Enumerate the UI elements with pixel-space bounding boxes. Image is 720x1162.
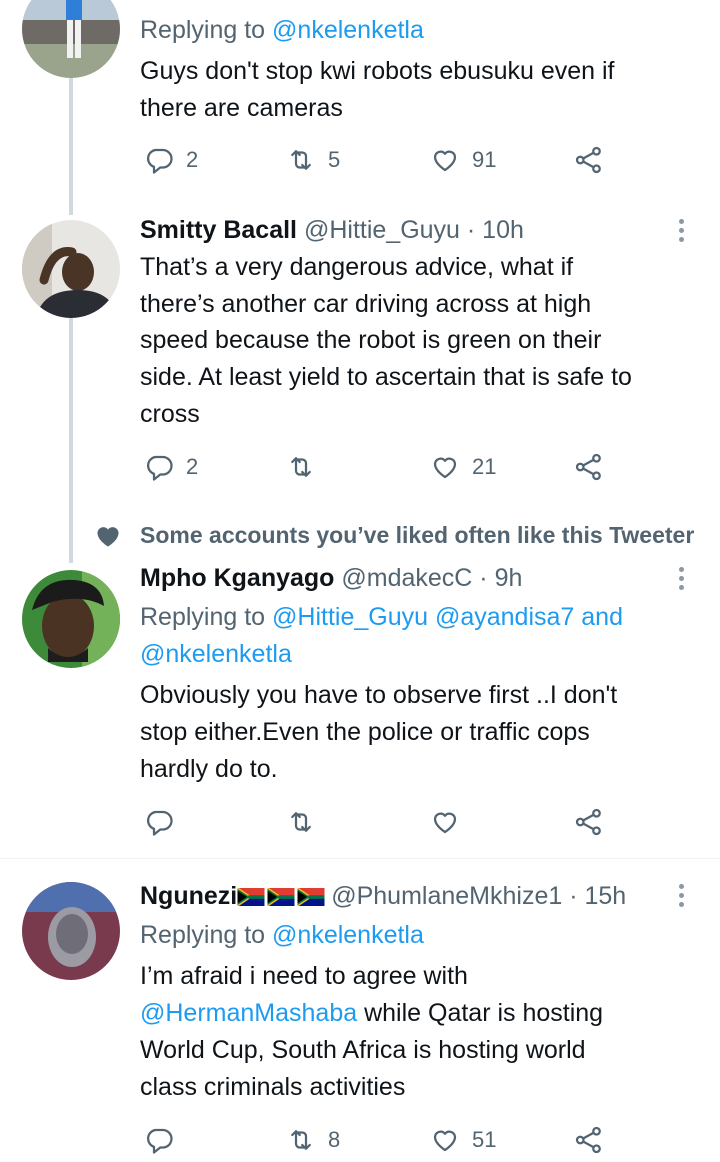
share-button[interactable] <box>574 142 604 178</box>
tweet-divider <box>0 858 720 859</box>
retweet-count: 5 <box>328 147 341 172</box>
south-africa-flag-icon <box>237 888 265 907</box>
tweet-text: there are cameras <box>140 94 343 122</box>
south-africa-flag-icon <box>297 888 325 907</box>
mention-link[interactable]: @nkelenketla <box>272 16 424 44</box>
tweet-text-rest: while Qatar is hosting <box>357 999 604 1027</box>
display-name[interactable]: Mpho Kganyago <box>140 564 334 592</box>
share-icon <box>575 1126 601 1154</box>
more-icon <box>678 567 686 590</box>
reply-icon <box>147 810 173 836</box>
retweet-button[interactable]: 8 <box>286 1122 340 1158</box>
more-icon <box>678 219 686 242</box>
replying-label: Replying to <box>140 603 273 631</box>
reply-button[interactable]: 2 <box>144 449 198 485</box>
reply-icon <box>147 148 173 174</box>
like-icon <box>433 150 457 172</box>
like-icon <box>433 812 457 834</box>
tweet-text: cross <box>140 400 200 428</box>
heart-filled-icon <box>94 522 122 550</box>
mention-link[interactable]: @HermanMashaba <box>140 999 357 1027</box>
tweet-text: Obviously you have to observe first ..I … <box>140 681 618 709</box>
reply-button[interactable]: 2 <box>144 142 198 178</box>
share-icon <box>575 453 601 481</box>
reply-count: 2 <box>186 147 199 172</box>
more-button[interactable] <box>678 567 686 594</box>
replying-to: Replying to @Hittie_Guyu @ayandisa7 and <box>140 599 623 636</box>
handle-time: @mdakecC · 9h <box>334 564 523 592</box>
replying-to: Replying to @nkelenketla <box>140 917 424 954</box>
reply-icon <box>147 455 173 481</box>
south-africa-flag-icon <box>267 888 295 907</box>
handle-time: @PhumlaneMkhize1 · 15h <box>331 882 627 910</box>
like-count: 21 <box>472 454 497 479</box>
share-icon <box>575 808 601 836</box>
replying-to: Replying to @nkelenketla <box>140 12 424 49</box>
display-name[interactable]: Smitty Bacall <box>140 216 297 244</box>
like-button[interactable]: 21 <box>430 449 496 485</box>
mention-link[interactable]: @nkelenketla <box>272 921 424 949</box>
like-count: 51 <box>472 1127 497 1152</box>
replying-label: Replying to <box>140 921 273 949</box>
retweet-icon <box>291 812 311 832</box>
tweet-text: I’m afraid i need to agree with <box>140 962 468 990</box>
mention-link[interactable]: @Hittie_Guyu @ayandisa7 and <box>272 603 623 631</box>
retweet-button[interactable]: 5 <box>286 142 340 178</box>
retweet-icon <box>291 1130 311 1150</box>
like-icon <box>433 1130 457 1152</box>
like-count: 91 <box>472 147 497 172</box>
like-button[interactable]: 51 <box>430 1122 496 1158</box>
handle-time: @Hittie_Guyu · 10h <box>297 216 524 244</box>
tweet-header: Smitty Bacall @Hittie_Guyu · 10h <box>140 212 524 249</box>
share-button[interactable] <box>574 804 604 840</box>
retweet-icon <box>291 457 311 477</box>
retweet-button[interactable] <box>286 449 316 485</box>
avatar[interactable] <box>22 570 120 668</box>
share-icon <box>575 146 601 174</box>
thread-line <box>69 318 73 563</box>
mention-link[interactable]: @nkelenketla <box>140 636 292 673</box>
reply-icon <box>147 1128 173 1154</box>
tweet-header: Ngunezi @PhumlaneMkhize1 · 15h <box>140 878 626 915</box>
like-button[interactable]: 91 <box>430 142 496 178</box>
share-button[interactable] <box>574 449 604 485</box>
retweet-button[interactable] <box>286 804 316 840</box>
tweet-text: @HermanMashaba while Qatar is hosting <box>140 995 603 1032</box>
like-button[interactable] <box>430 804 460 840</box>
reply-button[interactable] <box>144 1122 174 1158</box>
share-button[interactable] <box>574 1122 604 1158</box>
tweet-text: class criminals activities <box>140 1073 406 1101</box>
display-name[interactable]: Ngunezi <box>140 882 237 910</box>
avatar[interactable] <box>22 882 120 980</box>
tweet-text: Guys don't stop kwi robots ebusuku even … <box>140 57 615 85</box>
tweet-text: That’s a very dangerous advice, what if <box>140 253 574 281</box>
reply-button[interactable] <box>144 804 174 840</box>
avatar[interactable] <box>22 0 120 78</box>
replying-label: Replying to <box>140 16 273 44</box>
tweet-text: there’s another car driving across at hi… <box>140 290 592 318</box>
more-button[interactable] <box>678 219 686 246</box>
retweet-icon <box>291 150 311 170</box>
retweet-count: 8 <box>328 1127 341 1152</box>
tweet-header: Mpho Kganyago @mdakecC · 9h <box>140 560 522 597</box>
tweet-text: side. At least yield to ascertain that i… <box>140 363 632 391</box>
more-icon <box>678 884 686 907</box>
avatar[interactable] <box>22 220 120 318</box>
more-button[interactable] <box>678 884 686 911</box>
thread-line <box>69 75 73 215</box>
tweet-text: hardly do to. <box>140 755 278 783</box>
tweet-text: speed because the robot is green on thei… <box>140 326 602 354</box>
tweet-text: stop either.Even the police or traffic c… <box>140 718 590 746</box>
tweet-text: World Cup, South Africa is hosting world <box>140 1036 586 1064</box>
reply-count: 2 <box>186 454 199 479</box>
like-icon <box>433 457 457 479</box>
social-context: Some accounts you’ve liked often like th… <box>140 522 695 548</box>
flag-group <box>237 882 327 910</box>
